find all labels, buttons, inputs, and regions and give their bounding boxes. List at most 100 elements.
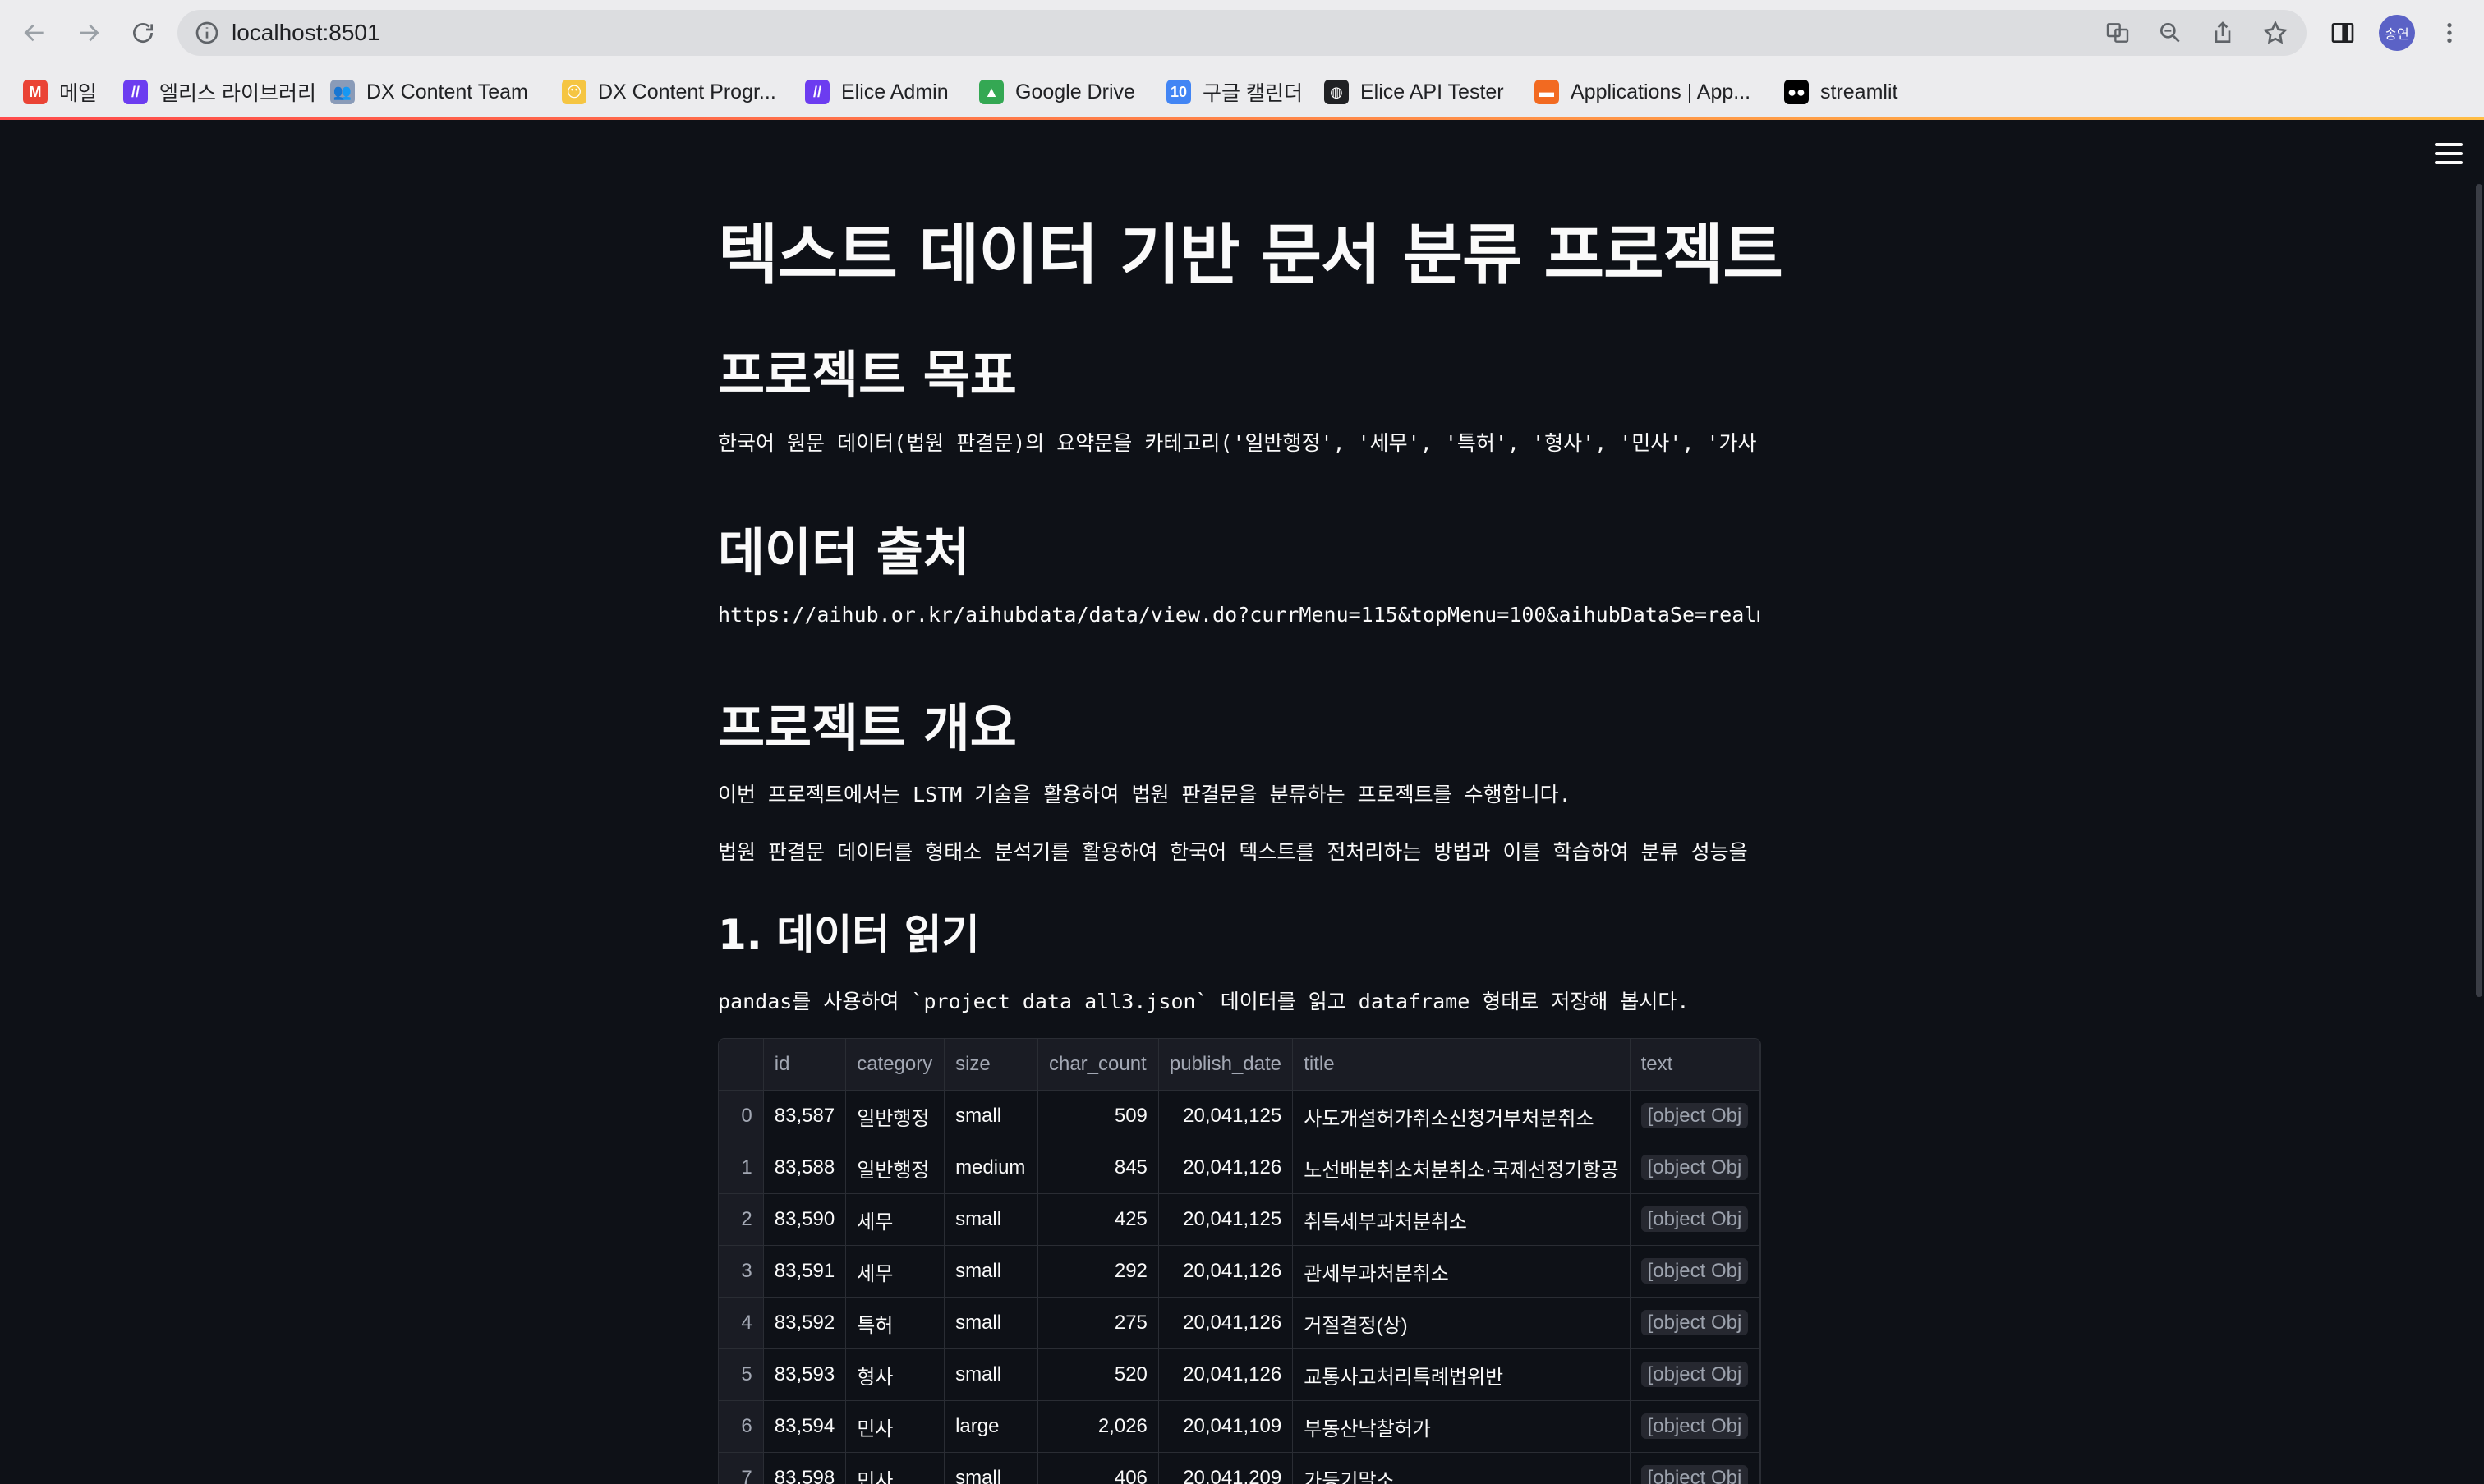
table-cell[interactable]: 83,593 (763, 1349, 845, 1401)
kebab-menu-icon[interactable] (2433, 16, 2466, 49)
column-header[interactable]: char_count (1037, 1039, 1158, 1091)
table-cell[interactable]: 275 (1037, 1298, 1158, 1349)
table-cell[interactable]: medium (945, 1142, 1038, 1194)
table-cell[interactable]: 292 (1037, 1246, 1158, 1298)
table-cell-text[interactable]: [object Obj (1630, 1298, 1760, 1349)
row-index[interactable]: 6 (719, 1401, 763, 1453)
table-cell[interactable]: 민사 (846, 1453, 945, 1484)
table-cell[interactable]: 세무 (846, 1246, 945, 1298)
row-index[interactable]: 2 (719, 1194, 763, 1246)
share-icon[interactable] (2210, 20, 2236, 46)
address-bar[interactable]: localhost:8501 (177, 10, 2307, 56)
table-cell-text[interactable]: [object Obj (1630, 1401, 1760, 1453)
bookmark-item[interactable]: //Elice Admin (805, 66, 949, 118)
table-cell[interactable]: 845 (1037, 1142, 1158, 1194)
column-header[interactable]: size (945, 1039, 1038, 1091)
index-header[interactable] (719, 1039, 763, 1091)
bookmark-item[interactable]: ▬Applications | App... (1534, 66, 1750, 118)
table-cell[interactable]: small (945, 1298, 1038, 1349)
table-cell[interactable]: 20,041,126 (1158, 1298, 1292, 1349)
table-cell[interactable]: small (945, 1194, 1038, 1246)
dataframe-table[interactable]: idcategorysizechar_countpublish_datetitl… (718, 1038, 1761, 1484)
table-cell[interactable]: 20,041,125 (1158, 1194, 1292, 1246)
bookmark-item[interactable]: M메일 (23, 66, 97, 118)
reload-button[interactable] (123, 13, 163, 53)
column-header[interactable]: id (763, 1039, 845, 1091)
table-cell[interactable]: 20,041,109 (1158, 1401, 1292, 1453)
side-panel-icon[interactable] (2326, 16, 2359, 49)
table-cell-text[interactable]: [object Obj (1630, 1091, 1760, 1142)
bookmark-item[interactable]: ●●streamlit (1784, 66, 1898, 118)
table-cell[interactable]: 83,592 (763, 1298, 845, 1349)
back-button[interactable] (15, 13, 54, 53)
table-cell[interactable]: 425 (1037, 1194, 1158, 1246)
hamburger-menu-icon[interactable] (2435, 143, 2463, 166)
column-header[interactable]: publish_date (1158, 1039, 1292, 1091)
table-cell[interactable]: small (945, 1453, 1038, 1484)
column-header[interactable]: category (846, 1039, 945, 1091)
table-cell[interactable]: 특허 (846, 1298, 945, 1349)
translate-icon[interactable] (2104, 20, 2131, 46)
table-cell[interactable]: 사도개설허가취소신청거부처분취소 (1293, 1091, 1630, 1142)
table-cell[interactable]: 20,041,126 (1158, 1142, 1292, 1194)
table-cell[interactable]: 2,026 (1037, 1401, 1158, 1453)
bookmark-item[interactable]: ◍Elice API Tester (1324, 66, 1504, 118)
table-cell[interactable]: 교통사고처리특례법위반 (1293, 1349, 1630, 1401)
forward-button[interactable] (69, 13, 108, 53)
object-pill: [object Obj (1641, 1413, 1749, 1439)
table-cell[interactable]: small (945, 1246, 1038, 1298)
table-row: 283,590세무small42520,041,125취득세부과처분취소[obj… (719, 1194, 1760, 1246)
table-cell[interactable]: 509 (1037, 1091, 1158, 1142)
column-header[interactable]: text (1630, 1039, 1760, 1091)
table-cell[interactable]: 형사 (846, 1349, 945, 1401)
row-index[interactable]: 5 (719, 1349, 763, 1401)
zoom-icon[interactable] (2157, 20, 2183, 46)
table-cell[interactable]: 406 (1037, 1453, 1158, 1484)
profile-avatar[interactable]: 송연 (2379, 15, 2415, 51)
table-cell[interactable]: 83,598 (763, 1453, 845, 1484)
table-cell[interactable]: small (945, 1091, 1038, 1142)
table-cell-text[interactable]: [object Obj (1630, 1142, 1760, 1194)
info-icon[interactable] (194, 20, 220, 46)
table-cell[interactable]: 83,594 (763, 1401, 845, 1453)
page-scrollbar[interactable] (2476, 184, 2482, 997)
table-cell-text[interactable]: [object Obj (1630, 1246, 1760, 1298)
column-header[interactable]: title (1293, 1039, 1630, 1091)
table-cell-text[interactable]: [object Obj (1630, 1194, 1760, 1246)
row-index[interactable]: 4 (719, 1298, 763, 1349)
table-cell[interactable]: 520 (1037, 1349, 1158, 1401)
table-cell[interactable]: 취득세부과처분취소 (1293, 1194, 1630, 1246)
row-index[interactable]: 7 (719, 1453, 763, 1484)
star-icon[interactable] (2262, 20, 2288, 46)
table-cell[interactable]: 민사 (846, 1401, 945, 1453)
table-cell[interactable]: 일반행정 (846, 1142, 945, 1194)
address-url[interactable]: localhost:8501 (232, 10, 380, 56)
bookmark-item[interactable]: ▲Google Drive (979, 66, 1135, 118)
table-cell[interactable]: small (945, 1349, 1038, 1401)
table-cell[interactable]: 83,591 (763, 1246, 845, 1298)
table-cell[interactable]: 관세부과처분취소 (1293, 1246, 1630, 1298)
table-cell[interactable]: 일반행정 (846, 1091, 945, 1142)
bookmark-item[interactable]: 10구글 캘린더 (1166, 66, 1303, 118)
table-cell[interactable]: 83,590 (763, 1194, 845, 1246)
table-cell[interactable]: 세무 (846, 1194, 945, 1246)
table-cell[interactable]: 노선배분취소처분취소·국제선정기항공 (1293, 1142, 1630, 1194)
table-cell[interactable]: 83,588 (763, 1142, 845, 1194)
table-cell[interactable]: 83,587 (763, 1091, 845, 1142)
table-cell[interactable]: large (945, 1401, 1038, 1453)
table-cell[interactable]: 거절결정(상) (1293, 1298, 1630, 1349)
table-cell[interactable]: 20,041,125 (1158, 1091, 1292, 1142)
table-cell[interactable]: 20,041,126 (1158, 1349, 1292, 1401)
table-cell[interactable]: 가등기말소 (1293, 1453, 1630, 1484)
table-cell[interactable]: 20,041,209 (1158, 1453, 1292, 1484)
bookmark-item[interactable]: //엘리스 라이브러리 (123, 66, 316, 118)
bookmark-item[interactable]: 👥DX Content Team (330, 66, 528, 118)
bookmark-item[interactable]: 😶DX Content Progr... (562, 66, 776, 118)
table-cell[interactable]: 20,041,126 (1158, 1246, 1292, 1298)
row-index[interactable]: 0 (719, 1091, 763, 1142)
row-index[interactable]: 1 (719, 1142, 763, 1194)
table-cell-text[interactable]: [object Obj (1630, 1349, 1760, 1401)
row-index[interactable]: 3 (719, 1246, 763, 1298)
table-cell[interactable]: 부동산낙찰허가 (1293, 1401, 1630, 1453)
table-cell-text[interactable]: [object Obj (1630, 1453, 1760, 1484)
